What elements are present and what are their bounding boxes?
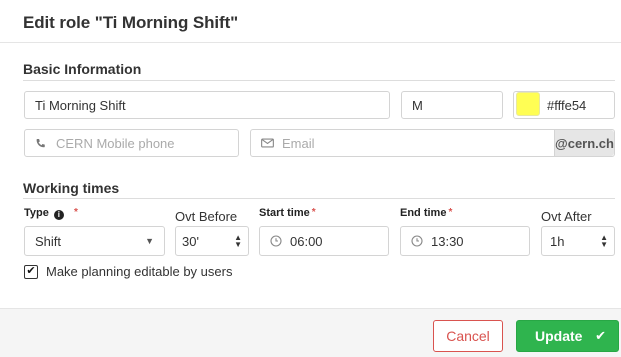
type-label: Type i * — [24, 207, 78, 220]
required-mark: * — [448, 207, 453, 218]
required-mark: * — [73, 207, 78, 218]
ovt-after-select[interactable]: 1h ▲ ▼ — [541, 226, 615, 256]
clock-icon — [411, 235, 423, 247]
end-time-value: 13:30 — [431, 233, 464, 249]
envelope-icon — [261, 138, 274, 148]
info-circle-icon[interactable]: i — [53, 210, 64, 220]
section-title-basic: Basic Information — [23, 61, 142, 77]
modal-header: Edit role "Ti Morning Shift" — [0, 0, 621, 43]
required-mark: * — [311, 207, 316, 218]
role-name-value: Ti Morning Shift — [35, 97, 126, 113]
check-icon: ✔ — [26, 265, 36, 277]
end-time-input[interactable]: 13:30 — [400, 226, 530, 256]
phone-placeholder: CERN Mobile phone — [56, 135, 175, 151]
updown-icon: ▲ ▼ — [600, 233, 608, 249]
start-time-value: 06:00 — [290, 233, 323, 249]
phone-icon — [35, 138, 46, 149]
start-time-label: Start time * — [259, 207, 316, 219]
check-icon: ✔ — [595, 328, 606, 343]
ovt-after-label: Ovt After — [541, 209, 592, 224]
dialog-title: Edit role "Ti Morning Shift" — [23, 13, 239, 32]
ovt-before-select[interactable]: 30' ▲ ▼ — [175, 226, 249, 256]
color-swatch[interactable] — [516, 92, 540, 116]
update-button[interactable]: Update ✔ — [516, 320, 619, 352]
role-abbrev-value: M — [412, 97, 423, 113]
cancel-button[interactable]: Cancel — [433, 320, 503, 352]
editable-label: Make planning editable by users — [46, 264, 233, 279]
email-input[interactable]: Email @cern.ch — [250, 129, 615, 157]
caret-down-icon: ▼ — [145, 236, 154, 246]
update-button-label: Update — [535, 328, 583, 344]
email-placeholder: Email — [282, 135, 315, 151]
role-name-input[interactable]: Ti Morning Shift — [24, 91, 390, 119]
updown-icon: ▲ ▼ — [234, 233, 242, 249]
start-time-input[interactable]: 06:00 — [259, 226, 389, 256]
clock-icon — [270, 235, 282, 247]
ovt-before-label: Ovt Before — [175, 209, 238, 224]
ovt-after-value: 1h — [550, 233, 565, 249]
ovt-before-value: 30' — [182, 233, 199, 249]
end-time-label: End time * — [400, 207, 453, 219]
section-title-working: Working times — [23, 180, 120, 196]
phone-input[interactable]: CERN Mobile phone — [24, 129, 239, 157]
section-divider-working — [23, 198, 615, 199]
editable-checkbox[interactable]: ✔ — [24, 264, 38, 279]
email-domain-addon: @cern.ch — [554, 130, 614, 156]
role-abbrev-input[interactable]: M — [401, 91, 503, 119]
editable-option[interactable]: ✔ Make planning editable by users — [24, 264, 232, 279]
type-select-value: Shift — [35, 233, 62, 249]
section-divider-basic — [23, 80, 615, 81]
role-color-value: #fffe54 — [547, 97, 587, 113]
type-select[interactable]: Shift ▼ — [24, 226, 165, 256]
